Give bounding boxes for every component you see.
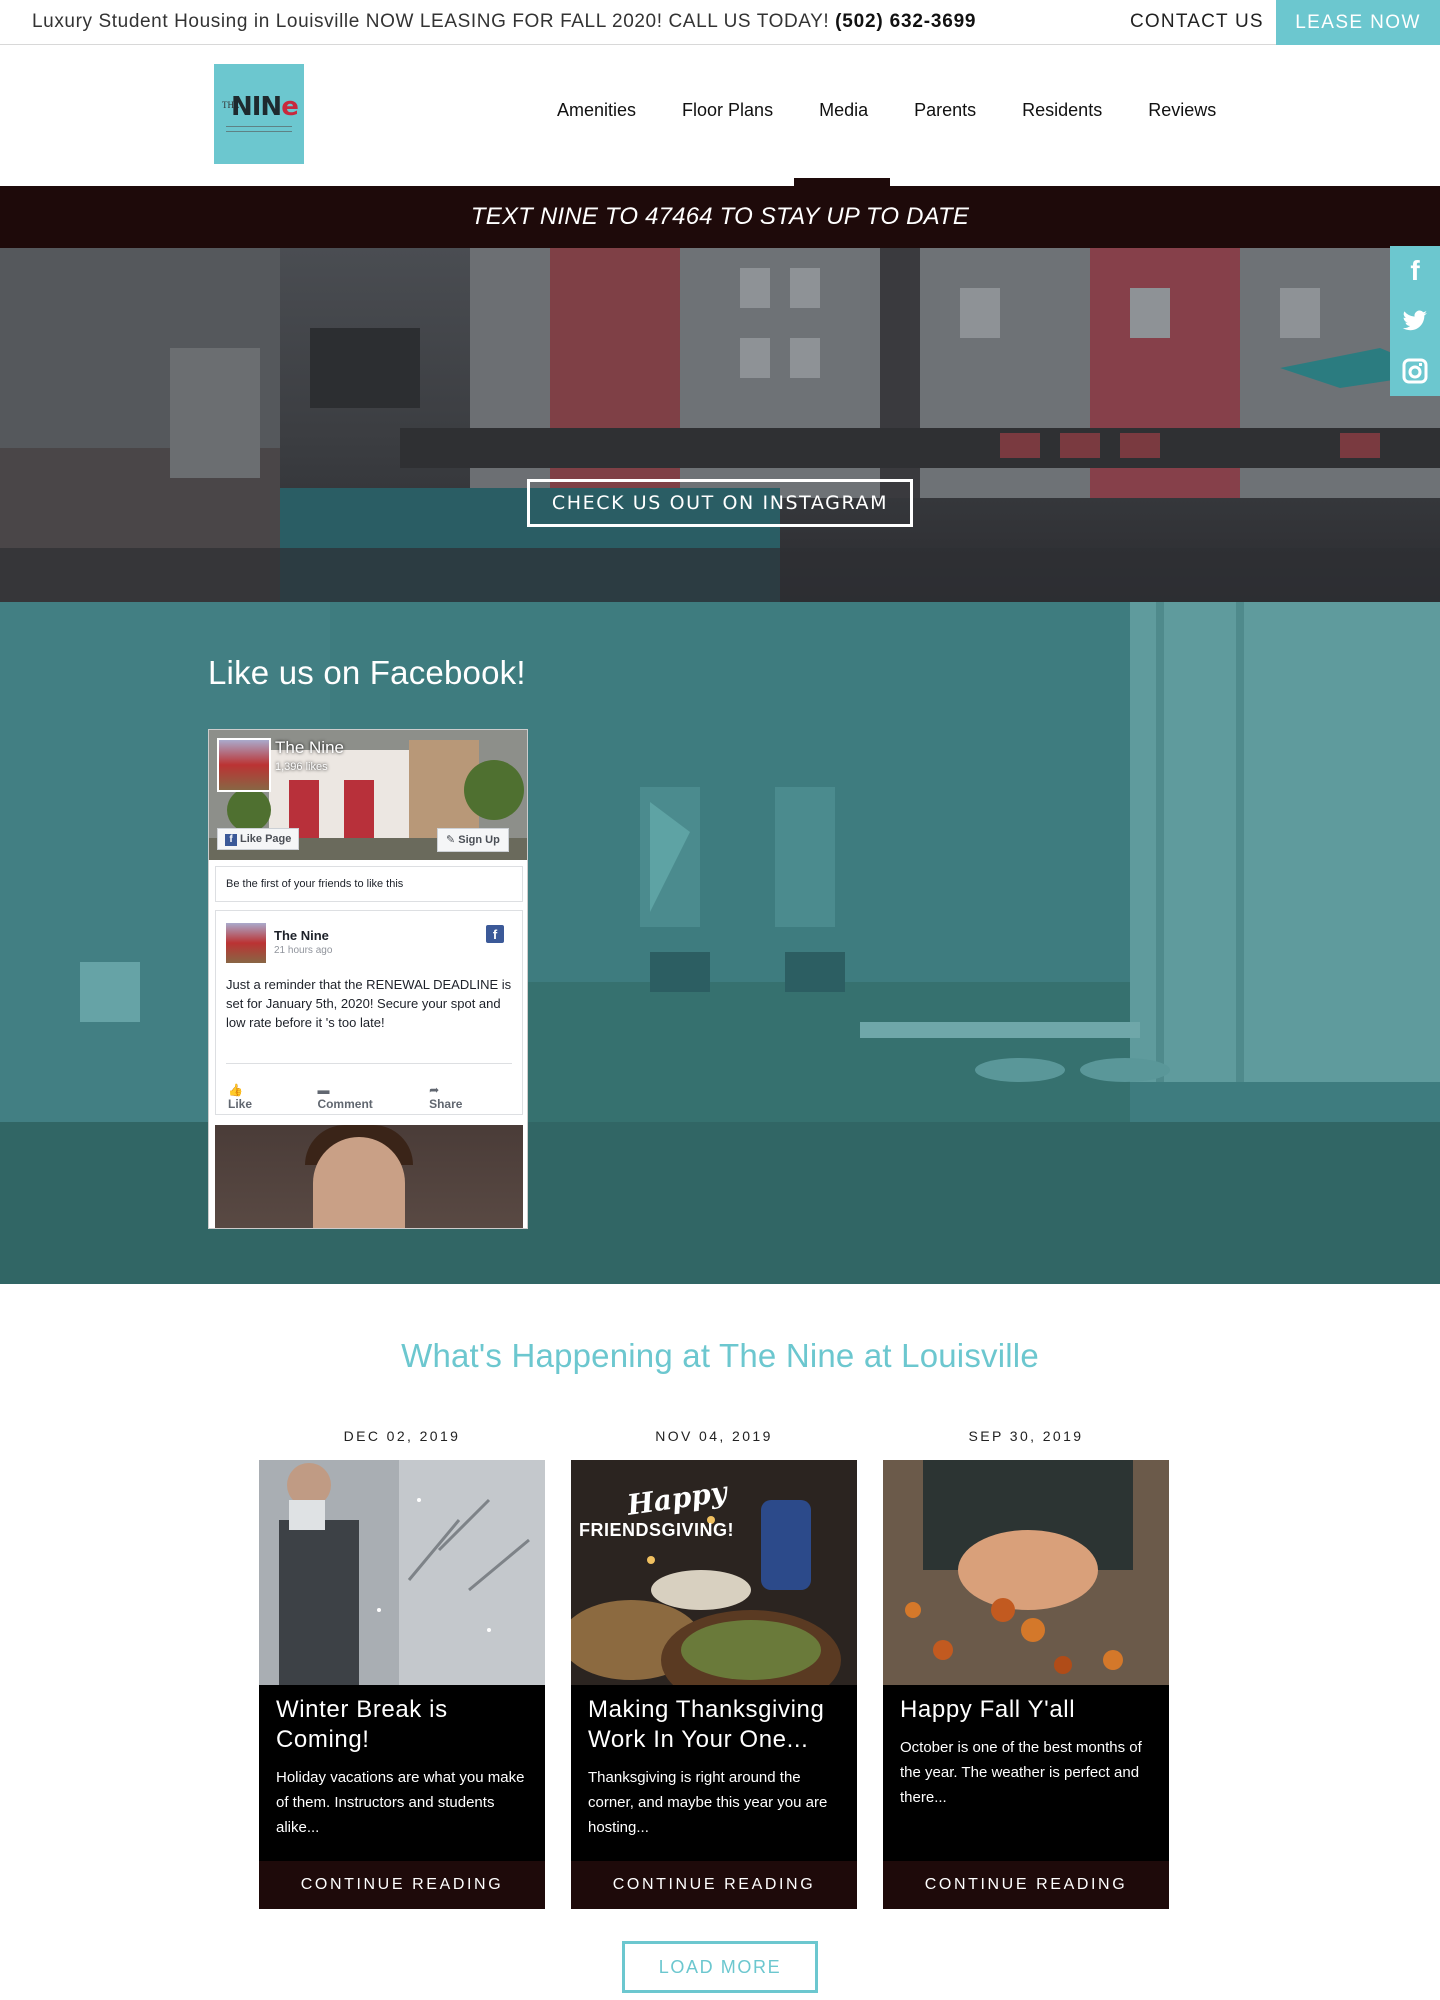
nav-item-amenities[interactable]: Amenities: [557, 100, 636, 121]
facebook-heading: Like us on Facebook!: [208, 654, 526, 691]
logo-nine: NINe: [231, 92, 299, 122]
twitter-icon[interactable]: [1390, 296, 1440, 346]
blog-card-title[interactable]: Making Thanksgiving Work In Your One...: [588, 1695, 848, 1755]
continue-reading-button[interactable]: CONTINUE READING: [259, 1861, 545, 1909]
post-author-name[interactable]: The Nine: [274, 928, 329, 943]
post-share-button[interactable]: ➦ Share: [429, 1083, 500, 1111]
friendsgiving-title-text: FRIENDSGIVING!: [579, 1520, 735, 1540]
share-icon: ➦: [429, 1083, 440, 1097]
blog-card-excerpt: October is one of the best months of the…: [900, 1739, 1142, 1806]
facebook-small-icon: f: [225, 834, 237, 846]
instagram-icon[interactable]: [1390, 346, 1440, 396]
facebook-page-widget[interactable]: The Nine 1,396 likes f Like Page ✎ Sign U…: [208, 729, 528, 1229]
instagram-hero: CHECK US OUT ON INSTAGRAM: [0, 248, 1440, 602]
courtyard-illustration: [0, 248, 1440, 602]
main-nav: Amenities Floor Plans Media Parents Resi…: [557, 100, 1262, 121]
continue-reading-button[interactable]: CONTINUE READING: [571, 1861, 857, 1909]
facebook-page-name[interactable]: The Nine: [275, 738, 344, 758]
facebook-post-photo[interactable]: [215, 1125, 523, 1228]
blog-card-title[interactable]: Winter Break is Coming!: [276, 1695, 536, 1755]
phone-number[interactable]: (502) 632-3699: [835, 11, 976, 32]
fall-leaves-illustration: [883, 1460, 1169, 1685]
facebook-likes-count: 1,396 likes: [275, 761, 328, 773]
blog-section-title: What's Happening at The Nine at Louisvil…: [401, 1337, 1039, 1374]
blog-card-date: DEC 02, 2019: [343, 1428, 461, 1444]
blog-card-body: Happy Fall Y'all October is one of the b…: [883, 1685, 1169, 1861]
post-text: Just a reminder that the RENEWAL DEADLIN…: [226, 977, 512, 1030]
site-logo[interactable]: THE NINe: [214, 64, 304, 164]
nav-item-parents[interactable]: Parents: [914, 100, 976, 121]
blog-card-body: Winter Break is Coming! Holiday vacation…: [259, 1685, 545, 1861]
nav-item-floor-plans[interactable]: Floor Plans: [682, 100, 773, 121]
post-like-button[interactable]: 👍 Like: [228, 1083, 295, 1111]
lease-now-button[interactable]: LEASE NOW: [1276, 0, 1440, 46]
post-comment-button[interactable]: ▬ Comment: [317, 1083, 407, 1111]
post-author-avatar[interactable]: [226, 923, 266, 963]
load-more-button[interactable]: LOAD MORE: [622, 1941, 818, 1993]
instagram-button[interactable]: CHECK US OUT ON INSTAGRAM: [527, 479, 913, 527]
post-timestamp[interactable]: 21 hours ago: [274, 945, 332, 956]
post-actions: 👍 Like ▬ Comment ➦ Share: [228, 1083, 522, 1111]
nav-active-indicator: [794, 178, 890, 186]
winter-illustration: [259, 1460, 545, 1685]
site-header: THE NINe Amenities Floor Plans Media Par…: [0, 45, 1440, 186]
blog-card-image-winter[interactable]: [259, 1460, 545, 1685]
facebook-icon[interactable]: f: [1390, 246, 1440, 296]
text-alert-banner: TEXT NINE TO 47464 TO STAY UP TO DATE: [0, 186, 1440, 248]
thumbs-up-icon: 👍: [228, 1083, 243, 1097]
promo-message: Luxury Student Housing in Louisville NOW…: [32, 11, 830, 32]
facebook-like-page-button[interactable]: f Like Page: [217, 828, 300, 850]
facebook-friends-text: Be the first of your friends to like thi…: [215, 866, 523, 902]
facebook-cover-photo[interactable]: The Nine 1,396 likes f Like Page ✎ Sign U…: [209, 730, 527, 860]
logo-tagline-lines: [226, 126, 292, 132]
blog-card-date: NOV 04, 2019: [655, 1428, 773, 1444]
nav-item-reviews[interactable]: Reviews: [1148, 100, 1216, 121]
blog-card-body: Making Thanksgiving Work In Your One... …: [571, 1685, 857, 1861]
comment-icon: ▬: [317, 1083, 330, 1097]
top-bar: Luxury Student Housing in Louisville NOW…: [0, 0, 1440, 46]
blog-card-excerpt: Holiday vacations are what you make of t…: [276, 1769, 525, 1836]
blog-card-title[interactable]: Happy Fall Y'all: [900, 1695, 1160, 1725]
post-divider: [226, 1063, 512, 1064]
photo-face: [313, 1137, 405, 1228]
contact-us-link[interactable]: CONTACT US: [1130, 11, 1264, 33]
facebook-logo-icon[interactable]: f: [486, 925, 504, 943]
blog-card-image-fall[interactable]: [883, 1460, 1169, 1685]
nav-item-residents[interactable]: Residents: [1022, 100, 1102, 121]
pencil-icon: ✎: [446, 834, 459, 846]
facebook-sign-up-button[interactable]: ✎ Sign Up: [437, 828, 509, 852]
nav-item-media[interactable]: Media: [819, 100, 868, 121]
social-sidebar: f: [1390, 246, 1440, 396]
facebook-post: The Nine 21 hours ago f Just a reminder …: [215, 910, 523, 1115]
continue-reading-button[interactable]: CONTINUE READING: [883, 1861, 1169, 1909]
blog-card-date: SEP 30, 2019: [968, 1428, 1084, 1444]
blog-card-excerpt: Thanksgiving is right around the corner,…: [588, 1769, 828, 1836]
promo-text: Luxury Student Housing in Louisville NOW…: [32, 11, 976, 33]
facebook-page-avatar[interactable]: [217, 738, 271, 792]
blog-card-image-friendsgiving[interactable]: Happy FRIENDSGIVING!: [571, 1460, 857, 1685]
facebook-section: Like us on Facebook! The Nine 1,396 like…: [0, 602, 1440, 1284]
